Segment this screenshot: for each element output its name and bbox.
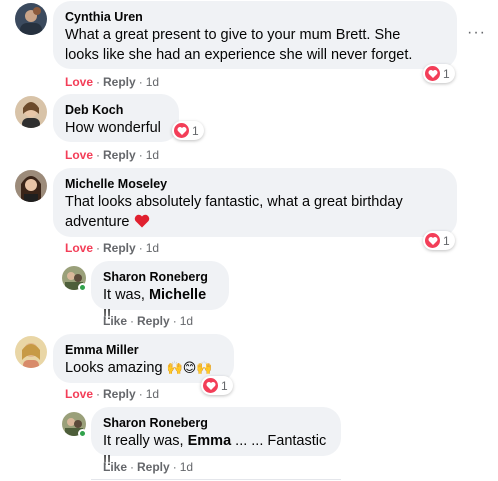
online-status-icon [78, 429, 87, 438]
comment-text: What a great present to give to your mum… [65, 27, 401, 43]
love-reaction-icon [425, 66, 440, 81]
comment-actions: Love · Reply · 1d [65, 241, 160, 255]
love-button[interactable]: Love [65, 387, 93, 401]
comment-bubble: Cynthia Uren What a great present to giv… [53, 1, 457, 69]
reaction-count: 1 [192, 123, 199, 138]
reply-author[interactable]: Sharon Roneberg [103, 269, 217, 285]
reply-actions: Like · Reply · 1d [103, 460, 194, 474]
reply-button[interactable]: Reply [103, 387, 136, 401]
comment-text-line: adventure [65, 212, 445, 232]
reaction-count-badge[interactable]: 1 [423, 231, 455, 250]
reply-timestamp[interactable]: 1d [180, 460, 193, 474]
comment-author[interactable]: Cynthia Uren [65, 9, 445, 25]
love-reaction-icon [425, 233, 440, 248]
mention-link[interactable]: Emma [188, 433, 232, 449]
reaction-count-badge[interactable]: 1 [423, 64, 455, 83]
like-button[interactable]: Like [103, 314, 127, 328]
divider [91, 479, 341, 480]
comment-author[interactable]: Emma Miller [65, 342, 222, 358]
reply-button[interactable]: Reply [137, 314, 170, 328]
comment-text: Looks amazing [65, 360, 163, 376]
comment-timestamp[interactable]: 1d [146, 387, 159, 401]
avatar-cynthia-uren[interactable] [15, 3, 47, 35]
comment-timestamp[interactable]: 1d [146, 148, 159, 162]
avatar-emma-miller[interactable] [15, 336, 47, 368]
avatar-deb-koch[interactable] [15, 96, 47, 128]
like-button[interactable]: Like [103, 460, 127, 474]
reply-text-prefix: It was, [103, 287, 149, 303]
reaction-count-badge[interactable]: 1 [201, 376, 233, 395]
reply-author[interactable]: Sharon Roneberg [103, 415, 329, 431]
emoji-raising-hands-smile-icon: 🙌😊🙌 [166, 360, 213, 375]
comment-author[interactable]: Michelle Moseley [65, 176, 445, 192]
reaction-count: 1 [443, 66, 450, 81]
love-button[interactable]: Love [65, 148, 93, 162]
love-reaction-icon [203, 378, 218, 393]
comment-bubble: Michelle Moseley That looks absolutely f… [53, 168, 457, 237]
comment-bubble: Deb Koch How wonderful [53, 94, 179, 142]
comment-text: adventure [65, 214, 130, 230]
red-heart-emoji-icon [134, 214, 149, 228]
avatar-michelle-moseley[interactable] [15, 170, 47, 202]
reply-button[interactable]: Reply [103, 75, 136, 89]
reaction-count: 1 [443, 233, 450, 248]
love-button[interactable]: Love [65, 75, 93, 89]
comment-actions: Love · Reply · 1d [65, 387, 160, 401]
reply-actions: Like · Reply · 1d [103, 314, 194, 328]
mention-link[interactable]: Michelle [149, 287, 206, 303]
reply-button[interactable]: Reply [137, 460, 170, 474]
reply-button[interactable]: Reply [103, 148, 136, 162]
comment-text: looks like she had an experience she wil… [65, 47, 413, 63]
reply-timestamp[interactable]: 1d [180, 314, 193, 328]
online-status-icon [78, 283, 87, 292]
reply-bubble: Sharon Roneberg It was, Michelle !! [91, 261, 229, 323]
reply-bubble: Sharon Roneberg It really was, Emma ... … [91, 407, 341, 469]
love-button[interactable]: Love [65, 241, 93, 255]
comment-text: How wonderful [65, 120, 161, 136]
comment-timestamp[interactable]: 1d [146, 75, 159, 89]
comment-author[interactable]: Deb Koch [65, 102, 167, 118]
comment-text-line: Looks amazing 🙌😊🙌 [65, 358, 222, 378]
love-reaction-icon [174, 123, 189, 138]
reply-button[interactable]: Reply [103, 241, 136, 255]
more-options-icon[interactable]: ··· [467, 24, 486, 42]
reaction-count: 1 [221, 378, 228, 393]
reply-text-prefix: It really was, [103, 433, 188, 449]
comment-actions: Love · Reply · 1d [65, 148, 160, 162]
comment-text: That looks absolutely fantastic, what a … [65, 194, 403, 210]
comment-actions: Love · Reply · 1d [65, 75, 160, 89]
comment-timestamp[interactable]: 1d [146, 241, 159, 255]
reaction-count-badge[interactable]: 1 [172, 121, 204, 140]
